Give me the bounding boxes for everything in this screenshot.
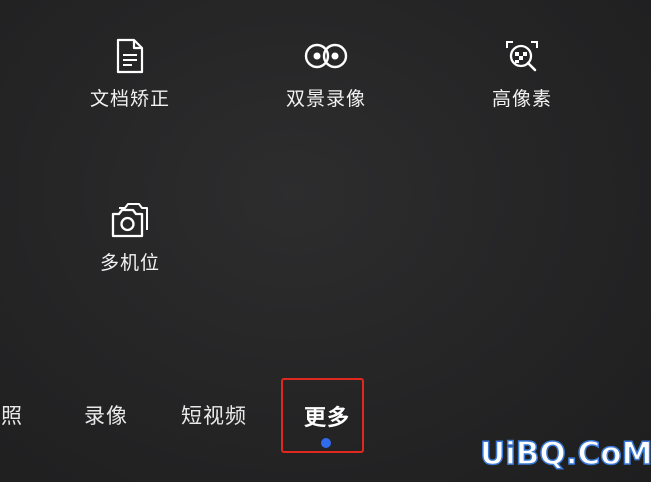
multi-camera-icon (111, 203, 148, 238)
mode-dual-view-video[interactable]: 双景录像 (256, 38, 396, 111)
high-pixel-icon (506, 41, 538, 72)
mode-multi-camera[interactable]: 多机位 (60, 202, 200, 275)
mode-label: 文档矫正 (89, 88, 170, 110)
tab-photo[interactable]: 拍照 (0, 400, 23, 430)
tab-video[interactable]: 录像 (84, 400, 128, 430)
mode-label: 多机位 (99, 252, 160, 274)
mode-label: 高像素 (491, 88, 552, 110)
highlight-box (281, 378, 364, 453)
tab-short-video[interactable]: 短视频 (181, 400, 247, 430)
mode-high-pixel[interactable]: 高像素 (452, 38, 592, 111)
document-icon (116, 38, 144, 74)
watermark-logo: UiBQ.CoM (479, 435, 651, 473)
dual-view-icon (304, 43, 348, 69)
mode-label: 双景录像 (285, 88, 366, 110)
mode-document-correction[interactable]: 文档矫正 (60, 38, 200, 111)
